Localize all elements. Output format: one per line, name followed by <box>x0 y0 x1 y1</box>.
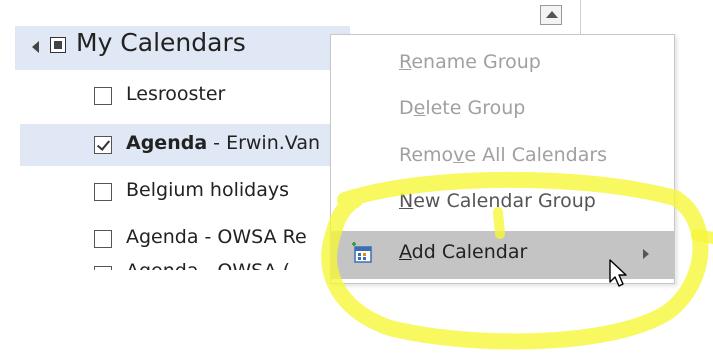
menu-item-rename-group[interactable]: Rename Group <box>331 43 674 81</box>
calendar-item-label: Agenda - OWSA Re <box>126 226 307 248</box>
scroll-up-button[interactable] <box>540 5 562 25</box>
mouse-cursor-icon <box>609 259 627 287</box>
calendar-item-lesrooster[interactable]: Lesrooster <box>94 82 354 112</box>
calendar-item-belgium-holidays[interactable]: Belgium holidays <box>94 178 354 208</box>
calendar-item-label: Lesrooster <box>126 83 226 105</box>
add-calendar-icon <box>352 242 372 263</box>
calendar-checkbox-checked[interactable] <box>94 136 112 154</box>
menu-item-remove-all-calendars[interactable]: Remove All Calendars <box>331 136 674 174</box>
calendar-checkbox[interactable] <box>94 266 112 270</box>
calendar-checkbox[interactable] <box>94 87 112 105</box>
menu-item-label: New Calendar Group <box>399 190 596 212</box>
menu-item-new-calendar-group[interactable]: New Calendar Group <box>331 182 674 220</box>
group-checkbox[interactable] <box>50 37 66 53</box>
calendar-item-agenda-owsa-re[interactable]: Agenda - OWSA Re <box>94 225 354 255</box>
calendar-item-label: Agenda - OWSA ( <box>126 262 290 270</box>
menu-item-label: Add Calendar <box>399 241 528 263</box>
submenu-arrow-icon <box>643 249 649 259</box>
calendar-item-agenda[interactable]: Agenda - Erwin.Van <box>94 131 354 161</box>
calendar-checkbox[interactable] <box>94 230 112 248</box>
menu-item-label: Delete Group <box>399 97 526 119</box>
group-label: My Calendars <box>76 28 246 57</box>
pane-divider <box>580 0 581 35</box>
calendar-checkbox[interactable] <box>94 183 112 201</box>
calendar-item-agenda-owsa-partial[interactable]: Agenda - OWSA ( <box>94 262 354 270</box>
menu-item-delete-group[interactable]: Delete Group <box>331 89 674 127</box>
collapse-expand-icon[interactable] <box>32 41 39 53</box>
calendar-item-label: Belgium holidays <box>126 179 290 201</box>
menu-item-label: Remove All Calendars <box>399 144 608 166</box>
menu-item-label: Rename Group <box>399 51 541 73</box>
calendar-item-label: Agenda - Erwin.Van <box>126 132 320 154</box>
context-menu: Rename Group Delete Group Remove All Cal… <box>330 34 675 284</box>
